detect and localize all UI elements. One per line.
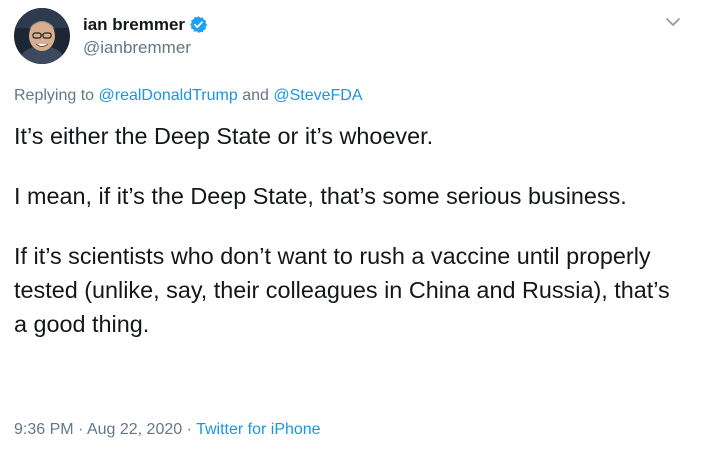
tweet-text: It’s either the Deep State or it’s whoev… bbox=[14, 119, 674, 341]
avatar[interactable] bbox=[14, 8, 70, 64]
tweet-date[interactable]: Aug 22, 2020 bbox=[87, 421, 182, 438]
replying-to-label: Replying to bbox=[14, 87, 95, 104]
tweet-time[interactable]: 9:36 PM bbox=[14, 421, 74, 438]
tweet-meta: 9:36 PM · Aug 22, 2020 · Twitter for iPh… bbox=[14, 420, 321, 440]
verified-badge-icon bbox=[189, 15, 208, 34]
tweet-paragraph-3: If it’s scientists who don’t want to rus… bbox=[14, 243, 670, 337]
tweet-paragraph-2: I mean, if it’s the Deep State, that’s s… bbox=[14, 183, 627, 209]
chevron-down-icon[interactable] bbox=[665, 14, 681, 30]
tweet-source-link[interactable]: Twitter for iPhone bbox=[196, 421, 321, 438]
tweet-paragraph-1: It’s either the Deep State or it’s whoev… bbox=[14, 123, 434, 149]
author-display-name[interactable]: ian bremmer bbox=[83, 14, 185, 36]
replying-to-conjunction: and bbox=[242, 87, 269, 104]
author-handle[interactable]: @ianbremmer bbox=[83, 37, 208, 59]
author-names: ian bremmer @ianbremmer bbox=[83, 14, 208, 59]
meta-separator: · bbox=[78, 421, 84, 438]
tweet: ian bremmer @ianbremmer Replying to @rea… bbox=[0, 0, 707, 450]
tweet-header: ian bremmer @ianbremmer bbox=[14, 8, 208, 64]
mention-link-realdonaldtrump[interactable]: @realDonaldTrump bbox=[99, 87, 238, 104]
mention-link-stevefda[interactable]: @SteveFDA bbox=[273, 87, 362, 104]
meta-separator-2: · bbox=[186, 421, 192, 438]
display-name-row: ian bremmer bbox=[83, 14, 208, 36]
replying-to-line: Replying to @realDonaldTrump and @SteveF… bbox=[14, 86, 363, 106]
